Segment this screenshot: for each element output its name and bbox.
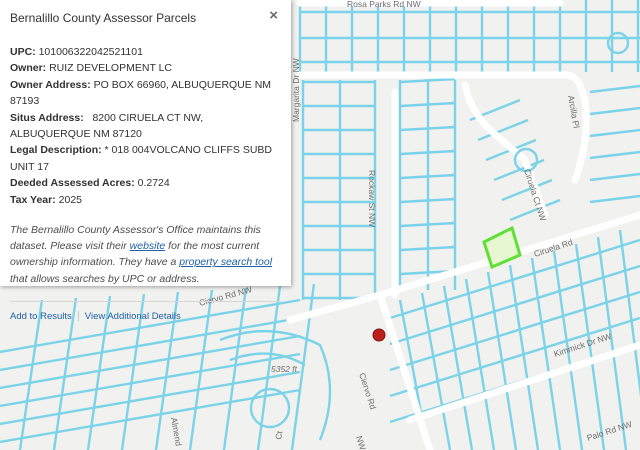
field-label: Owner: [10,62,47,75]
add-to-results-link[interactable]: Add to Results [10,311,72,322]
road-label-rockaw: Rockaw St NW [367,170,377,227]
view-details-link[interactable]: View Additional Details [85,311,181,322]
field-label: Tax Year: [10,193,56,206]
field-label: UPC: [10,46,36,58]
field-value: RUIZ DEVELOPMENT LC [46,62,173,75]
road-label-margarita: Margarita Dr NW [291,58,301,122]
field-label: Owner Address: [10,78,91,91]
popup-header: Bernalillo County Assessor Parcels × [10,8,281,25]
website-link[interactable]: website [130,240,166,252]
field-tax-year: Tax Year: 2025 [10,192,281,208]
field-value: 2025 [55,193,83,206]
property-search-link[interactable]: property search tool [179,256,272,268]
attribute-list: UPC: 101006322042521101 Owner: RUIZ DEVE… [10,44,281,208]
field-situs-address: Situs Address: 8200 CIRUELA CT NW, ALBUQ… [10,110,281,143]
field-acres: Deeded Assessed Acres: 0.2724 [10,175,281,191]
popup-title: Bernalillo County Assessor Parcels [10,11,197,25]
field-legal-description: Legal Description: * 018 004VOLCANO CLIF… [10,142,281,175]
location-marker[interactable] [372,328,386,342]
field-upc: UPC: 101006322042521101 [10,44,281,60]
field-value: 0.2724 [134,177,170,190]
field-value: 101006322042521101 [35,46,143,58]
elevation-label: 5352 ft [271,364,298,374]
field-label: Legal Description: [10,144,102,157]
action-separator [77,311,79,322]
field-owner: Owner: RUIZ DEVELOPMENT LC [10,60,281,76]
road-label-rosa-parks: Rosa Parks Rd NW [347,0,421,9]
field-owner-address: Owner Address: PO BOX 66960, ALBUQUERQUE… [10,77,281,110]
dataset-note: The Bernalillo County Assessor's Office … [10,222,281,287]
note-text: that allows searches by UPC or address. [10,272,200,285]
close-icon[interactable]: × [269,8,278,23]
field-label: Deeded Assessed Acres: [10,177,135,190]
popup-actions: Add to Results View Additional Details [10,302,281,322]
field-label: Situs Address: [10,111,84,124]
parcel-popup: Bernalillo County Assessor Parcels × UPC… [0,0,291,322]
